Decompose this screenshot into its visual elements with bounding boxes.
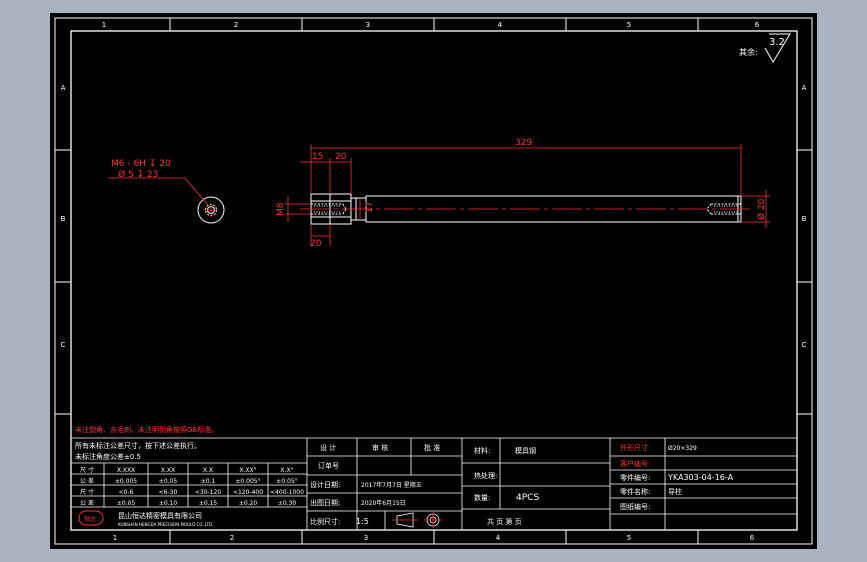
- approve-label: 批 准: [424, 443, 440, 452]
- zone-bottom-5: 5: [627, 534, 631, 542]
- zone-bottom-3: 3: [364, 534, 368, 542]
- red-note: 未注倒角、去毛刺、未注明倒角按照GB标准。: [75, 425, 218, 434]
- ref-no-label: 订单号: [318, 461, 339, 470]
- tol-table-cell: 尺 寸: [80, 488, 94, 496]
- tol-table-cell: ±0.05°: [276, 478, 297, 485]
- tol-table-cell: ±0.30: [278, 500, 297, 507]
- tol-table-cell: <400-1000: [270, 489, 304, 496]
- dim-15: 15: [312, 152, 323, 162]
- qty-value: 4PCS: [516, 493, 539, 503]
- zone-left-a: A: [61, 84, 66, 92]
- tol-table-cell: ±0.005°: [235, 478, 260, 485]
- tol-table-cell: ±0.1: [201, 478, 216, 485]
- scale-value: 1:5: [356, 517, 369, 526]
- dim-m8: M8: [276, 202, 286, 216]
- thread-note-2: Ø 5 ↧ 23: [118, 169, 158, 180]
- material-value: 模具钢: [515, 446, 536, 455]
- out-date-label: 出图日期:: [310, 498, 340, 507]
- part-name-value: 导柱: [668, 487, 682, 496]
- zone-top-5: 5: [627, 21, 631, 29]
- part-size-value: Ø20×329: [668, 445, 697, 452]
- qty-label: 数量:: [474, 493, 490, 502]
- material-label: 材料:: [474, 446, 490, 455]
- custom-label: 客户编号:: [620, 459, 650, 468]
- tol-title-1: 所有未标注公差尺寸，按下述公差执行。: [75, 441, 201, 450]
- part-name-label: 零件名称:: [620, 487, 650, 496]
- zone-right-b: B: [802, 215, 807, 223]
- tol-table-cell: ±0.10: [159, 500, 178, 507]
- scale-label: 比例尺寸:: [310, 517, 340, 526]
- zone-bottom-2: 2: [230, 534, 234, 542]
- tol-table-header: X.XX°: [239, 467, 256, 474]
- zone-left-c: C: [61, 341, 66, 349]
- drawing-no-label: 图纸编号:: [620, 502, 650, 511]
- review-label: 审 核: [372, 443, 388, 452]
- zone-top-3: 3: [366, 21, 370, 29]
- zone-bottom-4: 4: [496, 534, 501, 542]
- tol-table-header: 尺 寸: [80, 466, 94, 474]
- zone-bottom-1: 1: [113, 534, 117, 542]
- tol-table-header: X.X: [203, 467, 213, 474]
- company-logo: 恒达: [84, 515, 96, 523]
- dim-20: 20: [335, 152, 347, 162]
- tol-table-cell: <6-30: [159, 489, 178, 496]
- dim-overall-length: 329: [515, 138, 532, 148]
- tol-table-header: X.X°: [280, 467, 293, 474]
- design-label: 设 计: [320, 443, 336, 452]
- design-date-value: 2017年7月7日 星期五: [361, 481, 422, 489]
- zone-right-c: C: [802, 341, 807, 349]
- tol-table-cell: ±0.05: [159, 478, 178, 485]
- company-name: 昆山恒达精密模具有限公司: [118, 511, 202, 520]
- tol-table-header: X.XX: [161, 467, 175, 474]
- zone-right-a: A: [802, 84, 807, 92]
- zone-bottom-6: 6: [750, 534, 755, 542]
- company-sub: KUNSHAN HENGDA PRECISION MOULD CO.,LTD: [118, 522, 212, 527]
- tol-table-cell: 公 差: [80, 477, 94, 485]
- tol-table-cell: ±0.005: [115, 478, 137, 485]
- tol-table-cell: ±0.20: [239, 500, 258, 507]
- sheet-label: 共 页 第 页: [487, 517, 522, 526]
- zone-top-2: 2: [234, 21, 238, 29]
- heat-label: 热处理:: [474, 471, 497, 480]
- out-date-value: 2020年6月15日: [361, 499, 406, 507]
- design-date-label: 设计日期:: [310, 480, 340, 489]
- dim-20-lower: 20: [310, 239, 322, 249]
- tol-title-2: 未标注角度公差±0.5: [75, 452, 141, 461]
- dim-dia-20: Ø 20: [756, 198, 767, 220]
- tol-table-cell: ±0.15: [199, 500, 218, 507]
- zone-left-b: B: [61, 215, 66, 223]
- tol-table-header: X.XXX: [117, 467, 135, 474]
- roughness-label: 其余:: [739, 47, 758, 57]
- cad-drawing-canvas: 1 2 3 4 5 6 1 2 3 4 5 6 A B C A B C 其余: …: [50, 13, 817, 549]
- thread-note-1: M6 - 6H ↧ 20: [111, 159, 171, 169]
- tol-table-cell: 公 差: [80, 499, 94, 507]
- dim-17: 17: [365, 202, 375, 213]
- part-no-value: YKA303-04-16-A: [667, 473, 734, 482]
- tol-table-cell: <30-120: [195, 489, 221, 496]
- tol-table-cell: ±0.05: [117, 500, 136, 507]
- part-no-label: 零件编号:: [620, 473, 650, 482]
- tol-table-cell: <0-6: [119, 489, 134, 496]
- zone-top-1: 1: [102, 21, 106, 29]
- zone-top-4: 4: [498, 21, 503, 29]
- part-size-label: 外形尺寸:: [620, 443, 650, 452]
- zone-top-6: 6: [755, 21, 760, 29]
- tol-table-cell: <120-400: [233, 489, 263, 496]
